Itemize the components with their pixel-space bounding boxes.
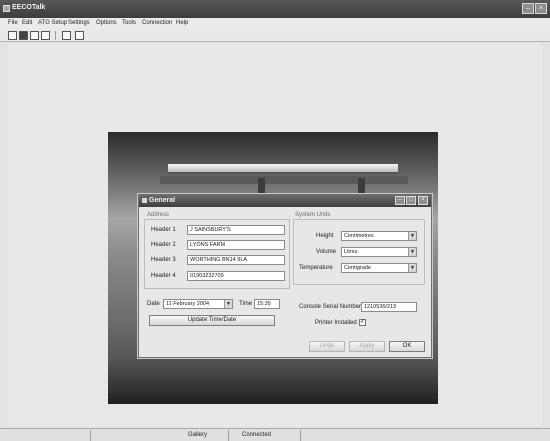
chevron-down-icon[interactable]: ▼ [408, 232, 416, 240]
console-serial-label: Console Serial Number [299, 304, 362, 310]
status-bar: Gallery Connected [0, 428, 550, 441]
date-label: Date [147, 301, 160, 307]
status-divider [228, 430, 229, 441]
chevron-down-icon[interactable]: ▼ [408, 248, 416, 256]
height-value: Centimetres [344, 233, 374, 239]
minimize-icon[interactable]: – [522, 3, 534, 14]
dialog-minimize-icon[interactable]: – [395, 196, 405, 205]
window-title: EECOTalk [12, 4, 46, 11]
dialog-icon [142, 198, 147, 203]
date-day: 11 [166, 301, 172, 307]
apply-button[interactable]: Apply [349, 341, 385, 352]
undo-button[interactable]: Undo [309, 341, 345, 352]
time-label: Time [239, 301, 253, 307]
menu-bar: File Edit ATG Setup Settings Options Too… [0, 18, 550, 29]
height-label: Height [316, 233, 334, 239]
canopy-front [160, 176, 408, 184]
status-connection: Connected [242, 432, 272, 438]
app-icon [3, 5, 10, 12]
ground [108, 357, 438, 404]
general-dialog: General – □ × Address Header 1 J SAINSBU… [138, 194, 432, 358]
volume-label: Volume [316, 249, 337, 255]
printer-installed-label: Printer Installed [315, 320, 357, 326]
title-bar: EECOTalk – × [0, 0, 550, 18]
app-window: EECOTalk – × File Edit ATG Setup Setting… [0, 0, 550, 441]
print-icon[interactable] [41, 31, 50, 40]
save-icon[interactable] [19, 31, 28, 40]
header-3-input[interactable]: WORTHING BN14 9LA [187, 255, 285, 265]
dialog-title: General [149, 197, 176, 204]
date-month: February [173, 301, 196, 307]
open-icon[interactable] [30, 31, 39, 40]
temperature-select[interactable]: Centigrade ▼ [341, 263, 417, 273]
menu-options[interactable]: Options [96, 20, 117, 26]
menu-tools[interactable]: Tools [122, 20, 136, 26]
menu-edit[interactable]: Edit [22, 20, 32, 26]
menu-atg-setup[interactable]: ATG Setup [38, 20, 67, 26]
header-3-label: Header 3 [151, 257, 176, 263]
menu-settings[interactable]: Settings [68, 20, 90, 26]
copy-icon[interactable] [75, 31, 84, 40]
update-time-date-button[interactable]: Update Time/Date [149, 315, 275, 326]
chevron-down-icon[interactable]: ▼ [408, 264, 416, 272]
temperature-value: Centigrade [344, 265, 371, 271]
status-gallery: Gallery [188, 432, 208, 438]
header-1-label: Header 1 [151, 227, 176, 233]
dialog-close-icon[interactable]: × [418, 196, 428, 205]
date-year: 2004 [196, 301, 210, 307]
menu-help[interactable]: Help [176, 20, 188, 26]
console-serial-input[interactable]: 1210536/213 [361, 302, 417, 312]
header-1-input[interactable]: J SAINSBURY'S [187, 225, 285, 235]
header-2-label: Header 2 [151, 242, 176, 248]
cut-icon[interactable] [62, 31, 71, 40]
header-2-input[interactable]: LYONS FARM [187, 240, 285, 250]
status-divider [300, 430, 301, 441]
dialog-maximize-icon[interactable]: □ [406, 196, 416, 205]
menu-file[interactable]: File [8, 20, 18, 26]
date-picker[interactable]: 11 February 2004 ▼ [163, 299, 233, 309]
status-divider [90, 430, 91, 441]
address-group-label: Address [147, 212, 170, 218]
ok-button[interactable]: OK [389, 341, 425, 352]
volume-select[interactable]: Litres ▼ [341, 247, 417, 257]
toolbar-separator [55, 31, 56, 40]
dialog-title-bar: General – □ × [139, 195, 431, 207]
printer-installed-checkbox[interactable]: ✓ [359, 319, 366, 326]
close-icon[interactable]: × [535, 3, 547, 14]
time-input[interactable]: 15:35 [254, 299, 280, 309]
height-select[interactable]: Centimetres ▼ [341, 231, 417, 241]
system-units-group-label: System Units [295, 212, 331, 218]
menu-connection[interactable]: Connection [142, 20, 172, 26]
new-icon[interactable] [8, 31, 17, 40]
header-4-input[interactable]: 01903232709 [187, 271, 285, 281]
chevron-down-icon[interactable]: ▼ [224, 300, 232, 308]
toolbar [0, 29, 550, 42]
canopy-roof [168, 164, 398, 174]
volume-value: Litres [344, 249, 358, 255]
temperature-label: Temperature [299, 265, 333, 271]
header-4-label: Header 4 [151, 273, 176, 279]
